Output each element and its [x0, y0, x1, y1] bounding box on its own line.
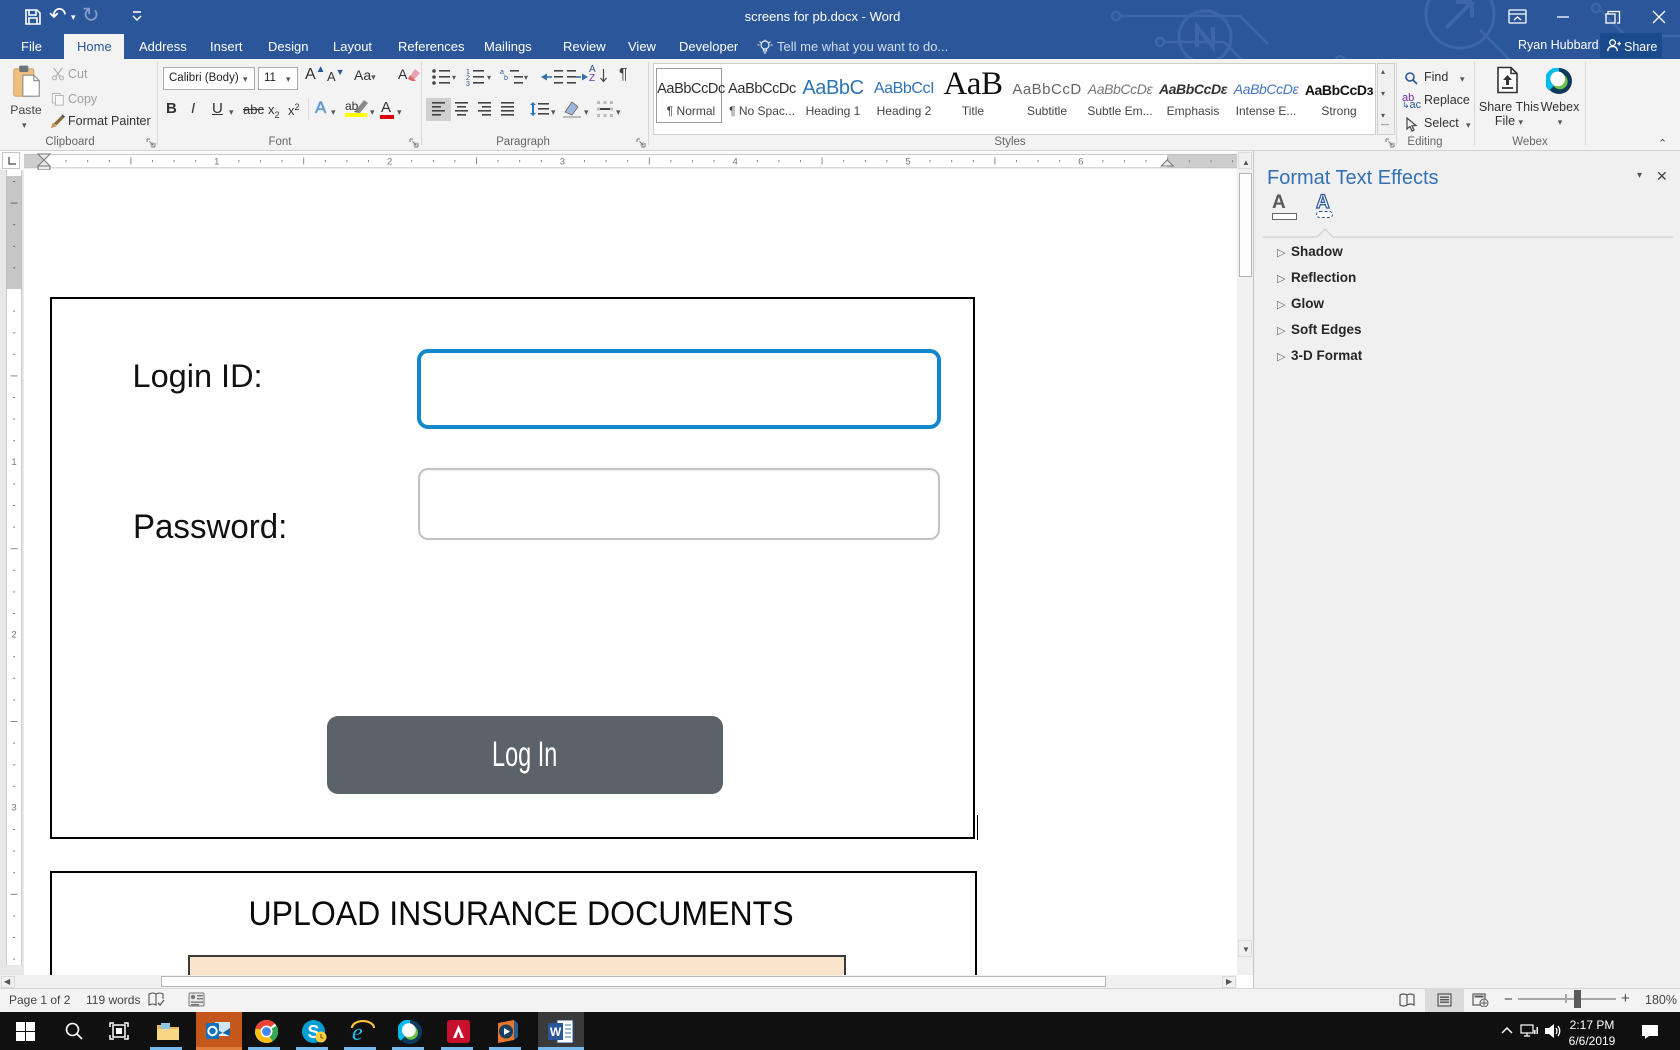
- svg-text:6: 6: [1078, 157, 1083, 168]
- svg-text:3: 3: [466, 81, 470, 87]
- svg-text:5: 5: [905, 157, 910, 168]
- svg-text:b: b: [504, 75, 508, 82]
- svg-text:2: 2: [11, 630, 16, 641]
- svg-text:4: 4: [733, 157, 738, 168]
- svg-text:3: 3: [560, 157, 565, 168]
- svg-text:3: 3: [11, 802, 16, 813]
- svg-text:1: 1: [214, 157, 219, 168]
- svg-text:W: W: [550, 1025, 562, 1039]
- svg-text:2: 2: [387, 157, 392, 168]
- svg-text:1: 1: [11, 457, 16, 468]
